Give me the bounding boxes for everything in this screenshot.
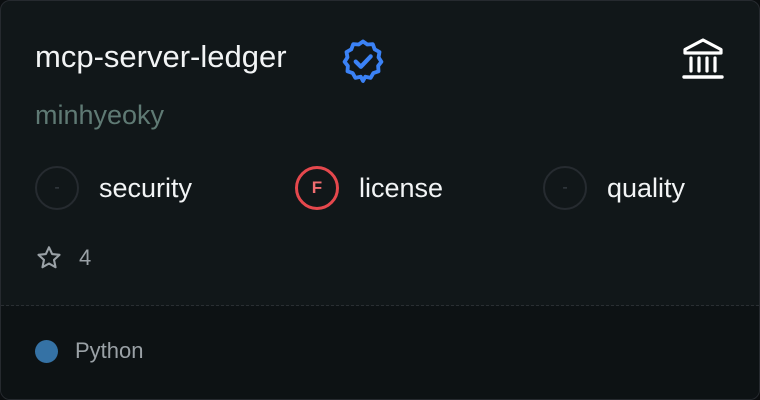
grade-badge: F bbox=[295, 166, 339, 210]
score-security: - security bbox=[35, 164, 192, 212]
score-quality: - quality bbox=[543, 164, 685, 212]
star-count-value: 4 bbox=[79, 245, 92, 270]
score-license: F license bbox=[295, 164, 443, 212]
language-color-dot bbox=[35, 339, 58, 363]
star-count: 4 bbox=[35, 244, 91, 272]
language-tag: Python bbox=[35, 338, 144, 364]
bank-building-icon bbox=[682, 38, 724, 79]
score-label: quality bbox=[607, 172, 686, 203]
author-name[interactable]: minhyeoky bbox=[35, 97, 164, 133]
server-card[interactable]: mcp-server-ledger minhyeoky - security F… bbox=[0, 0, 760, 400]
star-outline-icon bbox=[37, 246, 61, 269]
grade-badge: - bbox=[543, 166, 587, 210]
server-name[interactable]: mcp-server-ledger bbox=[35, 37, 287, 77]
verified-badge-icon bbox=[342, 39, 384, 83]
grade-badge: - bbox=[35, 166, 79, 210]
language-name: Python bbox=[75, 338, 144, 363]
card-footer: Python bbox=[1, 306, 759, 399]
score-label: license bbox=[359, 172, 444, 203]
score-label: security bbox=[99, 172, 193, 203]
